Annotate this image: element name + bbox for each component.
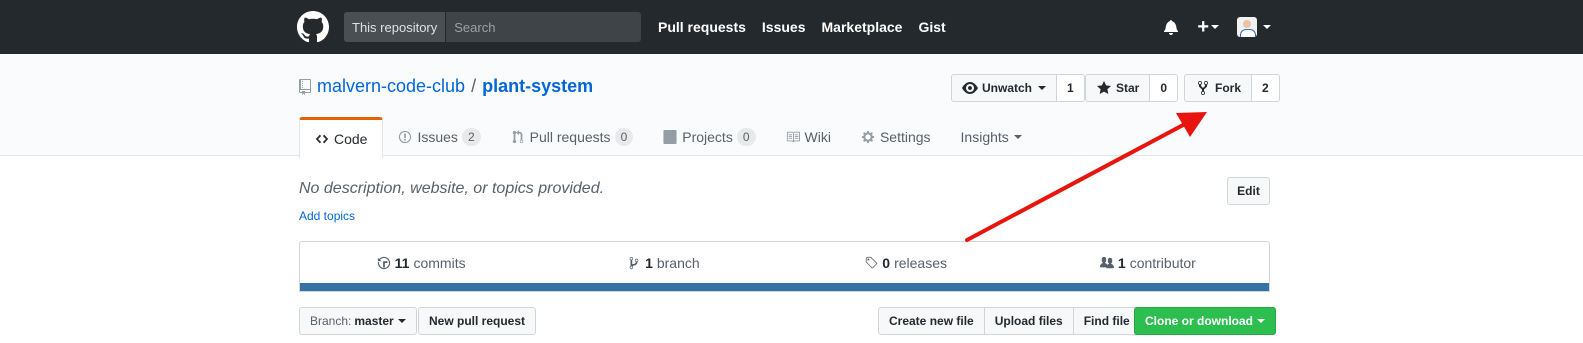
- project-icon: [663, 130, 677, 144]
- clone-or-download-button[interactable]: Clone or download: [1134, 307, 1276, 335]
- nav-pull-requests[interactable]: Pull requests: [658, 19, 746, 35]
- add-topics-link[interactable]: Add topics: [299, 209, 355, 223]
- tab-wiki-label: Wiki: [804, 129, 831, 145]
- user-menu-caret-icon[interactable]: [1263, 25, 1271, 29]
- fork-icon: [1198, 80, 1208, 96]
- branches-label: branch: [656, 255, 700, 271]
- history-icon: [377, 256, 390, 270]
- star-button[interactable]: Star: [1085, 74, 1151, 102]
- tab-settings[interactable]: Settings: [846, 117, 946, 157]
- repo-title: malvern-code-club / plant-system: [299, 76, 593, 97]
- star-label: Star: [1116, 81, 1140, 95]
- branches-link[interactable]: 1 branch: [542, 242, 784, 284]
- fork-label: Fork: [1215, 81, 1242, 95]
- language-bar[interactable]: [300, 283, 1269, 291]
- github-logo-icon[interactable]: [297, 11, 329, 43]
- find-file-button[interactable]: Find file: [1072, 307, 1141, 335]
- chevron-down-icon: [1013, 135, 1022, 139]
- unwatch-button[interactable]: Unwatch: [951, 74, 1058, 102]
- repo-owner-link[interactable]: malvern-code-club: [317, 76, 465, 97]
- tab-pull-requests[interactable]: Pull requests 0: [496, 117, 649, 157]
- tab-code-label: Code: [334, 131, 368, 147]
- fork-count[interactable]: 2: [1252, 74, 1280, 102]
- nav-issues[interactable]: Issues: [762, 19, 806, 35]
- upload-files-button[interactable]: Upload files: [983, 307, 1074, 335]
- tab-projects-label: Projects: [682, 129, 733, 145]
- projects-counter: 0: [736, 128, 756, 146]
- watch-group: Unwatch 1: [951, 74, 1085, 102]
- chevron-down-icon: [397, 319, 406, 323]
- chevron-down-icon: [1038, 86, 1047, 90]
- nav-marketplace[interactable]: Marketplace: [822, 19, 903, 35]
- branch-select-button[interactable]: Branch: master: [299, 307, 417, 335]
- people-icon: [1099, 256, 1114, 269]
- gear-icon: [861, 130, 875, 144]
- repo-header: malvern-code-club / plant-system Unwatch…: [0, 54, 1583, 158]
- tab-projects[interactable]: Projects 0: [648, 117, 770, 157]
- eye-icon: [962, 82, 978, 94]
- chevron-down-icon: [1257, 319, 1265, 323]
- repo-book-icon: [299, 78, 311, 95]
- issue-opened-icon: [399, 130, 412, 144]
- notifications-bell-icon[interactable]: [1163, 19, 1179, 35]
- tab-issues[interactable]: Issues 2: [383, 117, 495, 157]
- contributors-label: contributor: [1129, 255, 1196, 271]
- repo-path-separator: /: [471, 76, 477, 96]
- create-new-caret-icon[interactable]: [1211, 25, 1219, 29]
- tab-settings-label: Settings: [879, 129, 931, 145]
- star-icon: [1097, 81, 1111, 94]
- header-nav: Pull requests Issues Marketplace Gist: [658, 0, 962, 54]
- branches-count: 1: [645, 255, 653, 271]
- releases-link[interactable]: 0 releases: [785, 242, 1027, 284]
- releases-label: releases: [894, 255, 947, 271]
- tab-pull-requests-label: Pull requests: [529, 129, 611, 145]
- fork-button[interactable]: Fork: [1184, 74, 1253, 102]
- commits-label: commits: [413, 255, 466, 271]
- header-user-area: +: [1163, 0, 1271, 54]
- star-count[interactable]: 0: [1150, 74, 1179, 102]
- tab-issues-label: Issues: [417, 129, 458, 145]
- unwatch-label: Unwatch: [982, 81, 1033, 95]
- commits-link[interactable]: 11 commits: [300, 242, 542, 284]
- branch-select-value: master: [354, 314, 394, 328]
- search-input[interactable]: [446, 12, 641, 42]
- releases-count: 0: [882, 255, 891, 271]
- create-new-plus-icon[interactable]: +: [1197, 16, 1209, 39]
- repo-summary: 11 commits 1 branch 0 releases 1 contrib…: [299, 241, 1270, 292]
- repo-description: No description, website, or topics provi…: [299, 180, 605, 197]
- file-actions-group: Create new file Upload files Find file: [878, 307, 1141, 335]
- clone-or-download-label: Clone or download: [1145, 314, 1253, 328]
- tab-code[interactable]: Code: [299, 117, 384, 158]
- fork-group: Fork 2: [1184, 74, 1280, 102]
- nav-gist[interactable]: Gist: [918, 19, 945, 35]
- branch-select-label: Branch:: [310, 314, 352, 328]
- star-group: Star 0: [1085, 74, 1179, 102]
- user-avatar[interactable]: [1237, 17, 1257, 37]
- code-icon: [315, 134, 329, 144]
- new-pull-request-button[interactable]: New pull request: [418, 307, 537, 335]
- git-pull-request-icon: [512, 130, 523, 144]
- commits-count: 11: [394, 255, 410, 271]
- repo-name-link[interactable]: plant-system: [482, 76, 593, 97]
- contributors-link[interactable]: 1 contributor: [1027, 242, 1269, 284]
- pulls-counter: 0: [614, 128, 634, 146]
- tab-insights[interactable]: Insights: [946, 117, 1037, 157]
- git-branch-icon: [629, 256, 639, 270]
- tab-insights-label: Insights: [960, 129, 1009, 145]
- tag-icon: [866, 256, 878, 269]
- search-scope-label: This repository: [344, 12, 447, 42]
- global-header: This repository Pull requests Issues Mar…: [0, 0, 1583, 54]
- contributors-count: 1: [1117, 255, 1126, 271]
- issues-counter: 2: [461, 128, 481, 146]
- create-new-file-button[interactable]: Create new file: [878, 307, 985, 335]
- book-icon: [786, 131, 800, 143]
- search-box: This repository: [344, 12, 641, 42]
- edit-description-button[interactable]: Edit: [1227, 177, 1270, 205]
- watch-count[interactable]: 1: [1057, 74, 1085, 102]
- tab-wiki[interactable]: Wiki: [771, 117, 846, 157]
- repo-tabs: Code Issues 2 Pull requests 0 Projects 0…: [299, 117, 1037, 158]
